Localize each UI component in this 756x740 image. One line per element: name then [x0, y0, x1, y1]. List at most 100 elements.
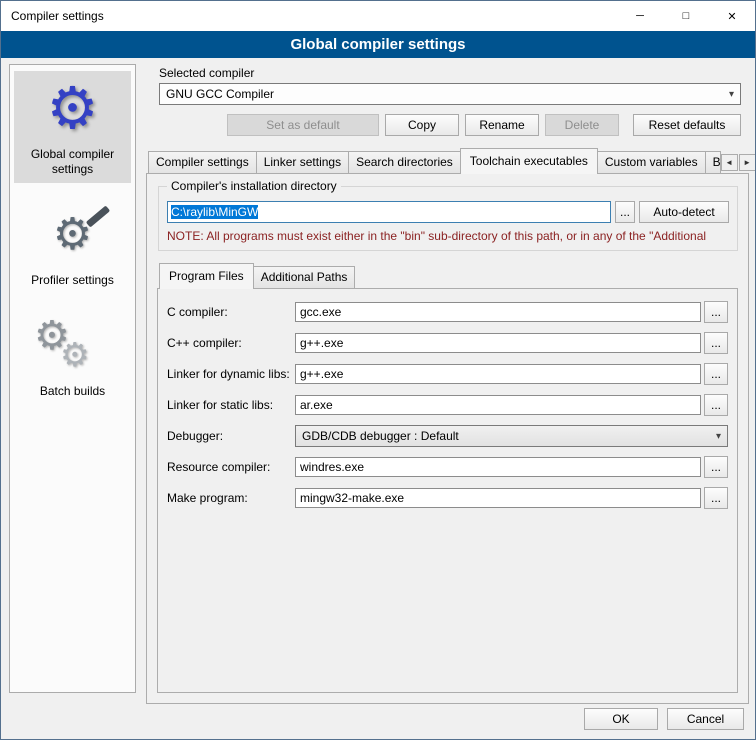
resource-compiler-input[interactable]	[295, 457, 701, 477]
cpp-compiler-browse-button[interactable]: ...	[704, 332, 728, 354]
compiler-actions: Set as default Copy Rename Delete Reset …	[159, 114, 741, 136]
tab-label: Additional Paths	[261, 270, 348, 284]
resource-compiler-label: Resource compiler:	[167, 460, 295, 474]
set-as-default-button[interactable]: Set as default	[227, 114, 379, 136]
static-linker-input[interactable]	[295, 395, 701, 415]
tab-scroll-right-button[interactable]: ►	[739, 154, 756, 171]
compiler-settings-dialog: Compiler settings ─ □ ✕ Global compiler …	[0, 0, 756, 740]
close-icon: ✕	[727, 10, 736, 23]
cpp-compiler-input[interactable]	[295, 333, 701, 353]
sidebar-item-global-compiler-settings[interactable]: ⚙ Global compiler settings	[14, 71, 131, 183]
dynamic-linker-input[interactable]	[295, 364, 701, 384]
tab-toolchain-executables[interactable]: Toolchain executables	[460, 148, 598, 174]
c-compiler-label: C compiler:	[167, 305, 295, 319]
maximize-icon: □	[683, 10, 690, 22]
dynamic-linker-browse-button[interactable]: ...	[704, 363, 728, 385]
ok-label: OK	[612, 712, 629, 726]
ellipsis-icon: ...	[711, 336, 721, 350]
tab-scroll-left-button[interactable]: ◄	[721, 154, 738, 171]
delete-label: Delete	[565, 118, 600, 132]
main-panel: Selected compiler GNU GCC Compiler ▾ Set…	[146, 62, 749, 704]
toolchain-executables-page: Compiler's installation directory C:\ray…	[146, 173, 749, 704]
tab-custom-variables[interactable]: Custom variables	[597, 151, 706, 173]
sidebar-item-batch-builds[interactable]: ⚙ ⚙ Batch builds	[14, 308, 131, 405]
tab-scrollers: ◄ ►	[721, 154, 756, 173]
make-program-label: Make program:	[167, 491, 295, 505]
installation-directory-input[interactable]: C:\raylib\MinGW	[167, 201, 611, 223]
chevron-down-icon: ▾	[716, 431, 721, 442]
gear-glyph: ⚙	[47, 80, 99, 138]
tab-label: Search directories	[356, 155, 453, 169]
rename-button[interactable]: Rename	[465, 114, 539, 136]
tab-label: Program Files	[169, 269, 244, 283]
static-linker-label: Linker for static libs:	[167, 398, 295, 412]
close-button[interactable]: ✕	[709, 1, 755, 31]
selected-compiler-combobox[interactable]: GNU GCC Compiler ▾	[159, 83, 741, 105]
static-linker-browse-button[interactable]: ...	[704, 394, 728, 416]
tab-additional-paths[interactable]: Additional Paths	[253, 266, 356, 288]
arrow-left-icon: ◄	[725, 158, 733, 167]
auto-detect-label: Auto-detect	[653, 205, 714, 219]
window-title: Compiler settings	[1, 9, 104, 23]
sidebar-item-label: Batch builds	[16, 384, 129, 399]
program-files-page: C compiler: ... C++ compiler: ... Linker…	[157, 288, 738, 693]
sidebar-item-label: Profiler settings	[16, 273, 129, 288]
installation-directory-title: Compiler's installation directory	[167, 179, 341, 193]
delete-button[interactable]: Delete	[545, 114, 619, 136]
tab-program-files[interactable]: Program Files	[159, 263, 254, 289]
resource-compiler-browse-button[interactable]: ...	[704, 456, 728, 478]
sidebar-item-profiler-settings[interactable]: ⚙ Profiler settings	[14, 197, 131, 294]
tab-compiler-settings[interactable]: Compiler settings	[148, 151, 257, 173]
make-program-input[interactable]	[295, 488, 701, 508]
debugger-value: GDB/CDB debugger : Default	[302, 429, 459, 443]
c-compiler-browse-button[interactable]: ...	[704, 301, 728, 323]
resource-compiler-row: Resource compiler: ...	[167, 456, 728, 478]
debugger-row: Debugger: GDB/CDB debugger : Default ▾	[167, 425, 728, 447]
rename-label: Rename	[479, 118, 524, 132]
c-compiler-row: C compiler: ...	[167, 301, 728, 323]
programs-tab-strip: Program Files Additional Paths	[157, 263, 748, 288]
selected-compiler-value: GNU GCC Compiler	[166, 87, 274, 101]
cpp-compiler-label: C++ compiler:	[167, 336, 295, 350]
batch-builds-gears-icon: ⚙ ⚙	[16, 314, 129, 378]
debugger-combobox[interactable]: GDB/CDB debugger : Default ▾	[295, 425, 728, 447]
gear-glyph: ⚙	[53, 213, 92, 257]
ellipsis-icon: ...	[620, 205, 630, 219]
reset-defaults-button[interactable]: Reset defaults	[633, 114, 741, 136]
installation-directory-groupbox: Compiler's installation directory C:\ray…	[158, 186, 738, 251]
cancel-label: Cancel	[687, 712, 724, 726]
arrow-right-icon: ►	[743, 158, 751, 167]
tab-label: Custom variables	[605, 155, 698, 169]
tab-label: Compiler settings	[156, 155, 249, 169]
tab-label: Buil	[713, 155, 721, 169]
maximize-button[interactable]: □	[663, 1, 709, 31]
auto-detect-button[interactable]: Auto-detect	[639, 201, 729, 223]
caption-buttons: ─ □ ✕	[617, 1, 755, 31]
copy-label: Copy	[408, 118, 436, 132]
dialog-body: ⚙ Global compiler settings ⚙ Profiler se…	[1, 58, 755, 739]
dynamic-linker-label: Linker for dynamic libs:	[167, 367, 295, 381]
minimize-button[interactable]: ─	[617, 1, 663, 31]
debugger-label: Debugger:	[167, 429, 295, 443]
static-linker-row: Linker for static libs: ...	[167, 394, 728, 416]
dialog-header: Global compiler settings	[1, 31, 755, 58]
chevron-down-icon: ▾	[729, 89, 734, 100]
browse-directory-button[interactable]: ...	[615, 201, 635, 223]
reset-defaults-label: Reset defaults	[649, 118, 726, 132]
copy-button[interactable]: Copy	[385, 114, 459, 136]
selected-compiler-label: Selected compiler	[159, 66, 749, 80]
dialog-header-title: Global compiler settings	[290, 36, 465, 53]
cpp-compiler-row: C++ compiler: ...	[167, 332, 728, 354]
ellipsis-icon: ...	[711, 367, 721, 381]
main-tab-strip: Compiler settings Linker settings Search…	[146, 148, 749, 173]
tab-linker-settings[interactable]: Linker settings	[256, 151, 349, 173]
installation-note: NOTE: All programs must exist either in …	[167, 229, 729, 243]
ok-button[interactable]: OK	[584, 708, 658, 730]
gear-glyph: ⚙	[60, 338, 90, 371]
cancel-button[interactable]: Cancel	[667, 708, 744, 730]
tab-search-directories[interactable]: Search directories	[348, 151, 461, 173]
installation-directory-value: C:\raylib\MinGW	[171, 205, 258, 219]
tab-build-options[interactable]: Buil	[705, 151, 721, 173]
c-compiler-input[interactable]	[295, 302, 701, 322]
make-program-browse-button[interactable]: ...	[704, 487, 728, 509]
